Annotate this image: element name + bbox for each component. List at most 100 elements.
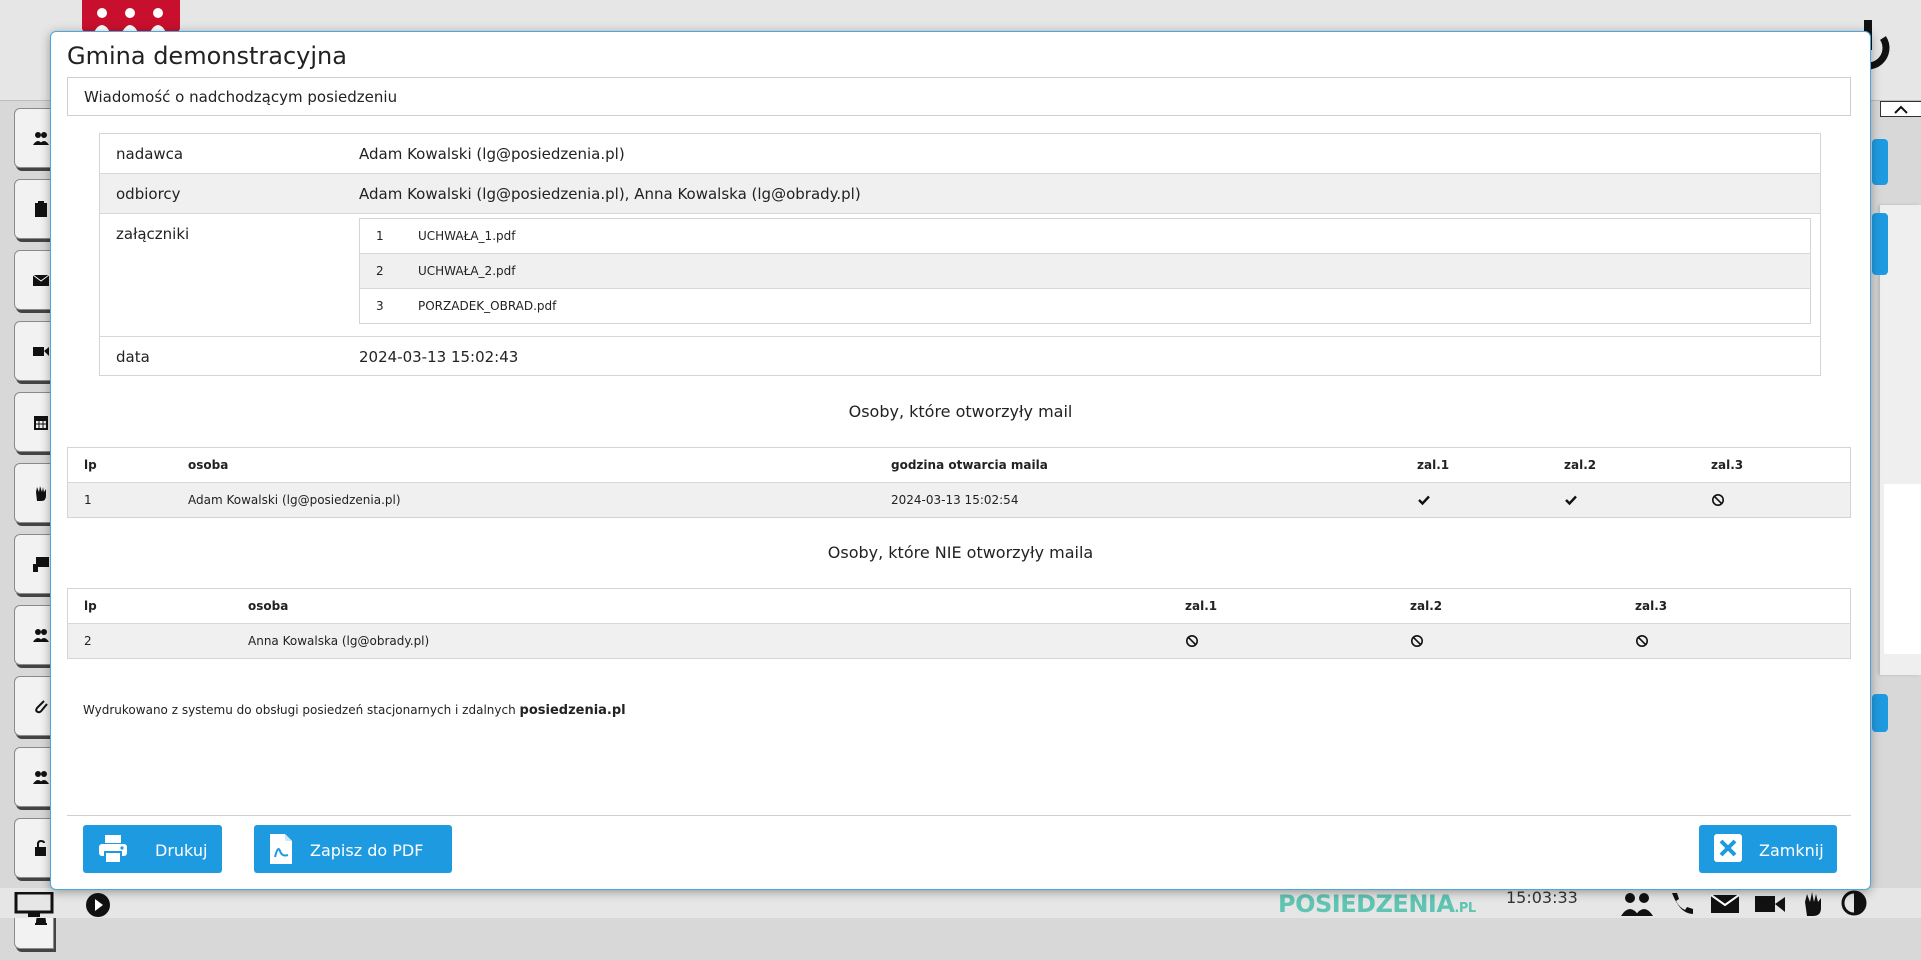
column-header: osoba: [188, 458, 229, 472]
sidebar-item-hand[interactable]: [14, 463, 54, 523]
brand-logo: POSIEDZENIA.PL: [1278, 890, 1476, 918]
column-header: lp: [84, 599, 97, 613]
column-header: zal.2: [1410, 599, 1443, 613]
date-value: 2024-03-13 15:02:43: [359, 348, 519, 366]
sidebar-item-unlock[interactable]: [14, 818, 54, 878]
right-card: [1884, 484, 1921, 654]
attachments-row: załączniki 1 UCHWAŁA_1.pdf 2 UCHWAŁA_2.p…: [100, 214, 1820, 337]
collapse-toggle[interactable]: [1880, 101, 1921, 117]
table-row: 1 Adam Kowalski (lg@posiedzenia.pl) 2024…: [68, 483, 1850, 517]
sidebar: [14, 108, 54, 960]
video-camera-icon: [33, 347, 49, 356]
sidebar-item-attachments[interactable]: [14, 676, 54, 736]
sidebar-item-calendar[interactable]: [14, 392, 54, 452]
column-header: zal.1: [1185, 599, 1218, 613]
not-opened-section-title: Osoby, które NIE otworzyły maila: [827, 543, 1094, 562]
group-icon: [33, 629, 49, 642]
sidebar-item-members[interactable]: [14, 747, 54, 807]
sender-row: nadawca Adam Kowalski (lg@posiedzenia.pl…: [100, 134, 1820, 174]
column-header: zal.3: [1711, 458, 1744, 472]
date-row: data 2024-03-13 15:02:43: [100, 337, 1820, 375]
opened-section-title: Osoby, które otworzyły mail: [848, 402, 1073, 421]
clipboard-icon: [35, 201, 47, 217]
cell-lp: 2: [84, 634, 92, 648]
date-label: data: [116, 348, 150, 366]
message-subject-box: Wiadomość o nadchodzącym posiedzeniu: [67, 77, 1851, 116]
sender-label: nadawca: [116, 145, 184, 163]
contrast-icon[interactable]: [1840, 890, 1868, 916]
attachment-name: UCHWAŁA_2.pdf: [418, 264, 516, 278]
cell-open-time: 2024-03-13 15:02:54: [891, 493, 1019, 507]
recipients-row: odbiorcy Adam Kowalski (lg@posiedzenia.p…: [100, 174, 1820, 214]
check-icon: [1418, 495, 1430, 506]
envelope-icon[interactable]: [1710, 890, 1740, 916]
recipients-value: Adam Kowalski (lg@posiedzenia.pl), Anna …: [359, 185, 861, 203]
footer-icons: [1620, 890, 1868, 916]
column-header: lp: [84, 458, 97, 472]
ban-icon: [1636, 635, 1648, 648]
opened-table: lp osoba godzina otwarcia maila zal.1 za…: [67, 447, 1851, 518]
check-icon: [1565, 495, 1577, 506]
logo-figures-icon: [94, 8, 166, 32]
attachment-number: 3: [376, 299, 384, 313]
right-panel-button[interactable]: [1872, 213, 1888, 275]
footer-brand: posiedzenia.pl: [519, 703, 626, 718]
cell-person: Anna Kowalska (lg@obrady.pl): [248, 634, 430, 648]
clock: 15:03:33: [1506, 888, 1578, 907]
ban-icon: [1411, 635, 1423, 648]
video-camera-icon[interactable]: [1754, 890, 1786, 916]
ban-icon: [1186, 635, 1198, 648]
attachments-table: 1 UCHWAŁA_1.pdf 2 UCHWAŁA_2.pdf 3 PORZAD…: [359, 218, 1811, 324]
cell-lp: 1: [84, 493, 92, 507]
attachments-label: załączniki: [116, 225, 190, 243]
print-button[interactable]: Drukuj: [83, 825, 222, 873]
column-header: zal.1: [1417, 458, 1450, 472]
close-icon: [1714, 834, 1742, 862]
print-footer-note: Wydrukowano z systemu do obsługi posiedz…: [83, 703, 626, 718]
attachment-item[interactable]: 3 PORZADEK_OBRAD.pdf: [360, 289, 1810, 323]
presentation-icon: [33, 557, 49, 572]
cell-person: Adam Kowalski (lg@posiedzenia.pl): [188, 493, 401, 507]
message-info-table: nadawca Adam Kowalski (lg@posiedzenia.pl…: [99, 133, 1821, 376]
sidebar-item-users[interactable]: [14, 108, 54, 168]
close-button-label: Zamknij: [1759, 841, 1824, 860]
raised-hand-icon[interactable]: [1800, 890, 1826, 916]
attachment-name: PORZADEK_OBRAD.pdf: [418, 299, 557, 313]
message-subject: Wiadomość o nadchodzącym posiedzeniu: [84, 88, 398, 106]
ban-icon: [1712, 494, 1724, 507]
members-icon: [33, 771, 49, 784]
raised-hand-icon: [36, 486, 46, 501]
right-action-button[interactable]: [1872, 139, 1888, 185]
table-header: lp osoba godzina otwarcia maila zal.1 za…: [68, 448, 1850, 483]
envelope-icon: [32, 274, 50, 286]
app-footer: POSIEDZENIA.PL 15:03:33: [0, 888, 1921, 918]
save-pdf-button[interactable]: Zapisz do PDF: [254, 825, 452, 873]
close-button[interactable]: Zamknij: [1699, 825, 1837, 873]
attachment-item[interactable]: 2 UCHWAŁA_2.pdf: [360, 254, 1810, 289]
phone-icon[interactable]: [1668, 890, 1696, 916]
sender-value: Adam Kowalski (lg@posiedzenia.pl): [359, 145, 625, 163]
attachment-number: 2: [376, 264, 384, 278]
monitor-icon[interactable]: [14, 892, 54, 918]
chevron-up-icon: [1894, 105, 1908, 114]
users-icon[interactable]: [1620, 890, 1654, 916]
print-button-label: Drukuj: [155, 841, 208, 860]
attachment-item[interactable]: 1 UCHWAŁA_1.pdf: [360, 219, 1810, 254]
play-icon[interactable]: [84, 892, 112, 918]
sidebar-item-group[interactable]: [14, 605, 54, 665]
municipality-logo: [82, 0, 180, 32]
attachment-number: 1: [376, 229, 384, 243]
sidebar-item-video[interactable]: [14, 321, 54, 381]
recipients-label: odbiorcy: [116, 185, 181, 203]
sidebar-item-mail[interactable]: [14, 250, 54, 310]
sidebar-item-presentation[interactable]: [14, 534, 54, 594]
save-pdf-button-label: Zapisz do PDF: [310, 841, 424, 860]
users-icon: [33, 132, 49, 145]
column-header: osoba: [248, 599, 289, 613]
modal-title: Gmina demonstracyjna: [67, 42, 347, 70]
column-header: zal.2: [1564, 458, 1597, 472]
modal-divider: [67, 815, 1851, 816]
right-lower-button[interactable]: [1872, 694, 1888, 732]
column-header: zal.3: [1635, 599, 1668, 613]
sidebar-item-clipboard[interactable]: [14, 179, 54, 239]
